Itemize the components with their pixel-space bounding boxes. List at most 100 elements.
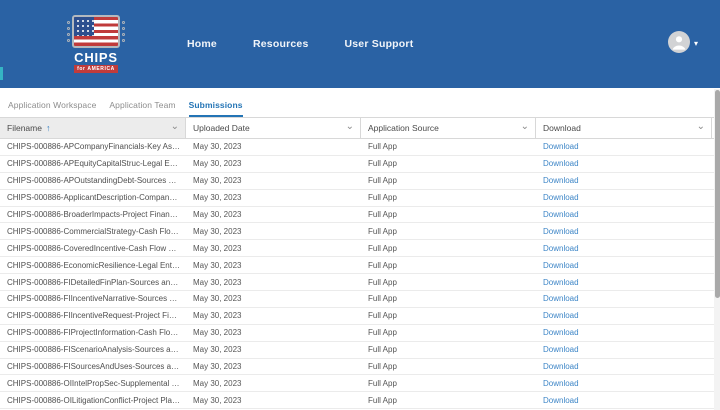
cell-application-source: Full App xyxy=(368,260,397,270)
download-link[interactable]: Download xyxy=(543,278,579,287)
chips-logo: CHIPS for AMERICA xyxy=(62,15,130,73)
main-nav: Home Resources User Support xyxy=(187,38,413,50)
cell-uploaded-date: May 30, 2023 xyxy=(193,345,242,355)
nav-home[interactable]: Home xyxy=(187,38,217,50)
chevron-down-icon[interactable]: ⌄ xyxy=(521,121,529,131)
download-link[interactable]: Download xyxy=(543,142,579,151)
table-row: CHIPS-000886-FIDetailedFinPlan-Sources a… xyxy=(0,274,720,292)
cell-filename: CHIPS-000886-BroaderImpacts-Project Fina… xyxy=(7,210,186,219)
cell-filename: CHIPS-000886-OILitigationConflict-Projec… xyxy=(7,395,186,405)
chevron-down-icon[interactable]: ⌄ xyxy=(171,121,179,131)
column-label: Uploaded Date xyxy=(193,123,250,133)
download-link[interactable]: Download xyxy=(543,362,579,371)
cell-application-source: Full App xyxy=(368,176,397,186)
cell-filename: CHIPS-000886-APOutstandingDebt-Sources a… xyxy=(7,176,186,186)
logo-title: CHIPS xyxy=(74,50,118,65)
tab-application-workspace[interactable]: Application Workspace xyxy=(8,100,96,117)
cell-filename: CHIPS-000886-FIIncentiveRequest-Project … xyxy=(7,311,186,321)
cell-filename: CHIPS-000886-FIScenarioAnalysis-Sources … xyxy=(7,345,186,355)
download-link[interactable]: Download xyxy=(543,176,579,185)
table-row: CHIPS-000886-FIScenarioAnalysis-Sources … xyxy=(0,342,720,359)
cell-application-source: Full App xyxy=(368,345,397,355)
cell-uploaded-date: May 30, 2023 xyxy=(193,176,242,186)
cell-filename: CHIPS-000886-CommercialStrategy-Cash Flo… xyxy=(7,226,186,236)
cell-uploaded-date: May 30, 2023 xyxy=(193,243,242,253)
table-row: CHIPS-000886-CoveredIncentive-Cash Flow … xyxy=(0,240,720,258)
download-link[interactable]: Download xyxy=(543,261,579,270)
cell-filename: CHIPS-000886-FIProjectInformation-Cash F… xyxy=(7,328,186,338)
download-link[interactable]: Download xyxy=(543,294,579,303)
chevron-down-icon[interactable]: ⌄ xyxy=(346,121,354,131)
cell-uploaded-date: May 30, 2023 xyxy=(193,378,242,388)
cell-application-source: Full App xyxy=(368,328,397,338)
table-row: CHIPS-000886-BroaderImpacts-Project Fina… xyxy=(0,207,720,224)
chevron-down-icon[interactable]: ⌄ xyxy=(697,121,705,131)
cell-uploaded-date: May 30, 2023 xyxy=(193,328,242,338)
cell-uploaded-date: May 30, 2023 xyxy=(193,260,242,270)
download-link[interactable]: Download xyxy=(543,210,579,219)
download-link[interactable]: Download xyxy=(543,379,579,388)
chip-flag-icon xyxy=(67,15,125,48)
cell-application-source: Full App xyxy=(368,294,397,304)
table-row: CHIPS-000886-FIProjectInformation-Cash F… xyxy=(0,325,720,342)
column-header-filename[interactable]: Filename ↑ ⌄ xyxy=(0,118,186,138)
download-link[interactable]: Download xyxy=(543,159,579,168)
cell-application-source: Full App xyxy=(368,226,397,236)
download-link[interactable]: Download xyxy=(543,244,579,253)
scrollbar-thumb[interactable] xyxy=(715,90,720,298)
cell-application-source: Full App xyxy=(368,243,397,253)
tab-submissions[interactable]: Submissions xyxy=(188,100,243,117)
table-row: CHIPS-000886-APEquityCapitalStruc-Legal … xyxy=(0,156,720,173)
download-link[interactable]: Download xyxy=(543,311,579,320)
cell-application-source: Full App xyxy=(368,159,397,169)
nav-user-support[interactable]: User Support xyxy=(344,38,413,50)
download-link[interactable]: Download xyxy=(543,396,579,405)
left-edge-accent xyxy=(0,67,3,80)
cell-filename: CHIPS-000886-APEquityCapitalStruc-Legal … xyxy=(7,159,186,169)
vertical-scrollbar[interactable] xyxy=(714,89,720,410)
cell-uploaded-date: May 30, 2023 xyxy=(193,362,242,372)
cell-application-source: Full App xyxy=(368,378,397,388)
cell-filename: CHIPS-000886-FIDetailedFinPlan-Sources a… xyxy=(7,277,186,287)
download-link[interactable]: Download xyxy=(543,328,579,337)
chevron-down-icon: ▾ xyxy=(693,39,698,48)
cell-uploaded-date: May 30, 2023 xyxy=(193,226,242,236)
cell-application-source: Full App xyxy=(368,395,397,405)
user-menu-button[interactable]: ▾ xyxy=(667,30,698,58)
table-row: CHIPS-000886-CommercialStrategy-Cash Flo… xyxy=(0,223,720,241)
cell-uploaded-date: May 30, 2023 xyxy=(193,294,242,304)
nav-resources[interactable]: Resources xyxy=(253,38,309,50)
cell-filename: CHIPS-000886-FIIncentiveNarrative-Source… xyxy=(7,294,186,304)
cell-uploaded-date: May 30, 2023 xyxy=(193,193,242,203)
logo-subtitle: for AMERICA xyxy=(74,65,118,73)
cell-filename: CHIPS-000886-CoveredIncentive-Cash Flow … xyxy=(7,243,186,253)
cell-application-source: Full App xyxy=(368,362,397,372)
chips-portal-screen: CHIPS for AMERICA Home Resources User Su… xyxy=(0,0,720,410)
table-row: CHIPS-000886-APOutstandingDebt-Sources a… xyxy=(0,173,720,190)
cell-filename: CHIPS-000886-FISourcesAndUses-Sources an… xyxy=(7,362,186,372)
table-row: CHIPS-000886-APCompanyFinancials-Key Ass… xyxy=(0,139,720,156)
cell-filename: CHIPS-000886-APCompanyFinancials-Key Ass… xyxy=(7,142,186,152)
column-header-application-source[interactable]: Application Source ⌄ xyxy=(361,118,536,138)
tab-application-team[interactable]: Application Team xyxy=(109,100,175,117)
table-row: CHIPS-000886-EconomicResilience-Legal En… xyxy=(0,257,720,275)
cell-uploaded-date: May 30, 2023 xyxy=(193,395,242,405)
table-header-row: Filename ↑ ⌄ Uploaded Date ⌄ Application… xyxy=(0,117,720,139)
download-link[interactable]: Download xyxy=(543,345,579,354)
tab-bar: Application Workspace Application Team S… xyxy=(0,88,720,117)
table-row: CHIPS-000886-OIIntelPropSec-Supplemental… xyxy=(0,375,720,393)
cell-application-source: Full App xyxy=(368,142,397,152)
submissions-table: Filename ↑ ⌄ Uploaded Date ⌄ Application… xyxy=(0,117,720,410)
table-row: CHIPS-000886-FIIncentiveRequest-Project … xyxy=(0,308,720,325)
cell-filename: CHIPS-000886-EconomicResilience-Legal En… xyxy=(7,260,186,270)
column-header-download[interactable]: Download ⌄ xyxy=(536,118,712,138)
cell-uploaded-date: May 30, 2023 xyxy=(193,277,242,287)
download-link[interactable]: Download xyxy=(543,193,579,202)
sort-ascending-icon: ↑ xyxy=(45,123,51,133)
column-label: Download xyxy=(543,123,581,133)
cell-uploaded-date: May 30, 2023 xyxy=(193,159,242,169)
download-link[interactable]: Download xyxy=(543,227,579,236)
table-body: CHIPS-000886-APCompanyFinancials-Key Ass… xyxy=(0,139,720,410)
app-header: CHIPS for AMERICA Home Resources User Su… xyxy=(0,0,720,88)
column-header-uploaded-date[interactable]: Uploaded Date ⌄ xyxy=(186,118,361,138)
